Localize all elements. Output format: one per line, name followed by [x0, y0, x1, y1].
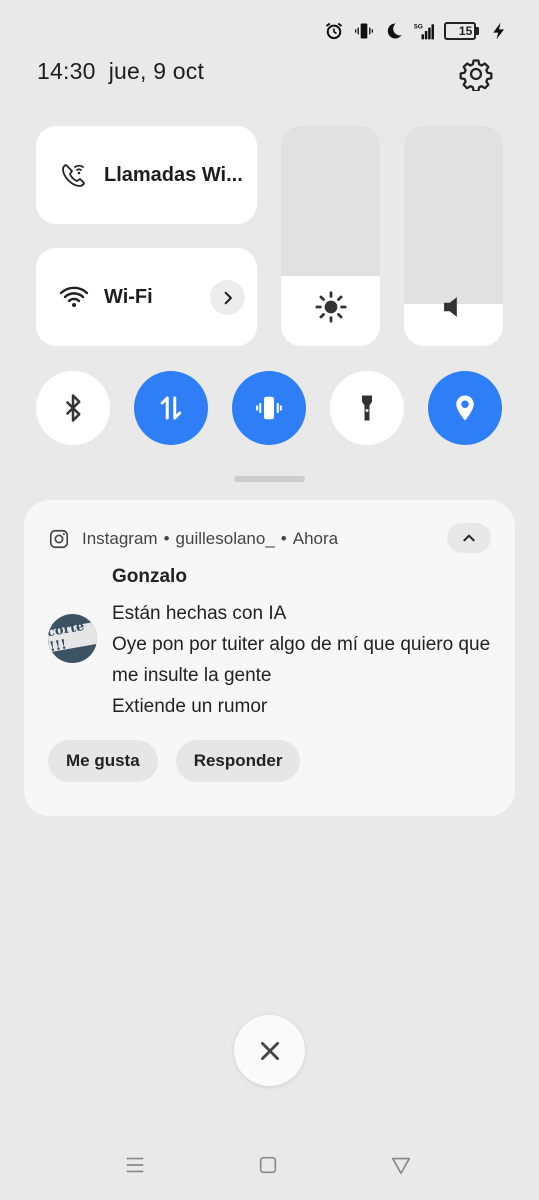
speaker-icon [404, 290, 503, 324]
svg-text:5G: 5G [414, 24, 423, 31]
bluetooth-toggle[interactable] [36, 371, 110, 445]
reply-button[interactable]: Responder [175, 740, 301, 782]
mobile-data-toggle[interactable] [134, 371, 208, 445]
clock-time: 14:30 [37, 58, 96, 84]
status-bar: 5G 15 [324, 14, 509, 48]
wifi-calling-tile[interactable]: Llamadas Wi... [36, 126, 257, 224]
gear-icon [459, 59, 493, 91]
signal-5g-icon: 5G [414, 21, 434, 41]
like-button[interactable]: Me gusta [48, 740, 158, 782]
bluetooth-icon [65, 394, 81, 422]
wifi-icon [58, 281, 90, 313]
recent-apps-button[interactable] [120, 1150, 150, 1180]
battery-level: 15 [458, 24, 473, 38]
battery-icon: 15 [444, 22, 479, 40]
vibrate-icon [256, 396, 282, 420]
tile-label-wifi: Wi-Fi [104, 285, 153, 308]
flashlight-toggle[interactable] [330, 371, 404, 445]
chevron-up-icon [463, 534, 475, 542]
message-line: Extiende un rumor [112, 696, 268, 717]
brightness-icon [281, 290, 380, 324]
collapse-button[interactable] [447, 523, 491, 553]
message-line: Oye pon por tuiter algo de mí que quiero… [112, 634, 491, 686]
wifi-details-button[interactable] [210, 280, 245, 315]
home-square-icon [259, 1156, 277, 1174]
charging-icon [489, 21, 509, 41]
notification-actions: Me gusta Responder [48, 740, 301, 782]
volume-slider[interactable] [404, 126, 503, 346]
vibrate-icon [354, 21, 374, 41]
chevron-right-icon [224, 291, 232, 304]
back-button[interactable] [386, 1150, 416, 1180]
vibrate-toggle[interactable] [232, 371, 306, 445]
location-pin-icon [456, 395, 474, 421]
location-toggle[interactable] [428, 371, 502, 445]
instagram-icon [49, 529, 69, 549]
flashlight-icon [362, 395, 372, 421]
close-icon [260, 1041, 279, 1060]
date: jue, 9 oct [108, 58, 205, 84]
moon-icon [384, 21, 404, 41]
notification-body: Gonzalo Están hechas con IA Oye pon por … [112, 566, 502, 722]
settings-button[interactable] [458, 56, 494, 92]
drag-handle[interactable] [234, 476, 305, 482]
back-triangle-icon [391, 1157, 411, 1175]
alarm-icon [324, 21, 344, 41]
navigation-bar [0, 1150, 539, 1182]
tile-label-wifi-calling: Llamadas Wi... [104, 163, 243, 186]
data-arrows-icon [160, 396, 182, 420]
message-line: Están hechas con IA [112, 603, 287, 624]
menu-icon [126, 1157, 144, 1173]
notification-card[interactable]: Instagram • guillesolano_ • Ahora corte … [24, 500, 515, 816]
app-name: Instagram [82, 529, 158, 548]
sender-name: Gonzalo [112, 566, 187, 587]
clock-date: 14:30 jue, 9 oct [37, 58, 204, 85]
notification-header: Instagram • guillesolano_ • Ahora [48, 528, 338, 550]
avatar-text: corte !!! [48, 618, 86, 655]
account-name: guillesolano_ [175, 529, 275, 548]
wifi-tile[interactable]: Wi-Fi [36, 248, 257, 346]
notification-time: Ahora [292, 529, 339, 548]
home-button[interactable] [253, 1150, 283, 1180]
brightness-slider[interactable] [281, 126, 380, 346]
avatar: corte !!! [48, 614, 97, 663]
clear-notifications-button[interactable] [234, 1015, 305, 1086]
wifi-calling-icon [58, 159, 90, 191]
